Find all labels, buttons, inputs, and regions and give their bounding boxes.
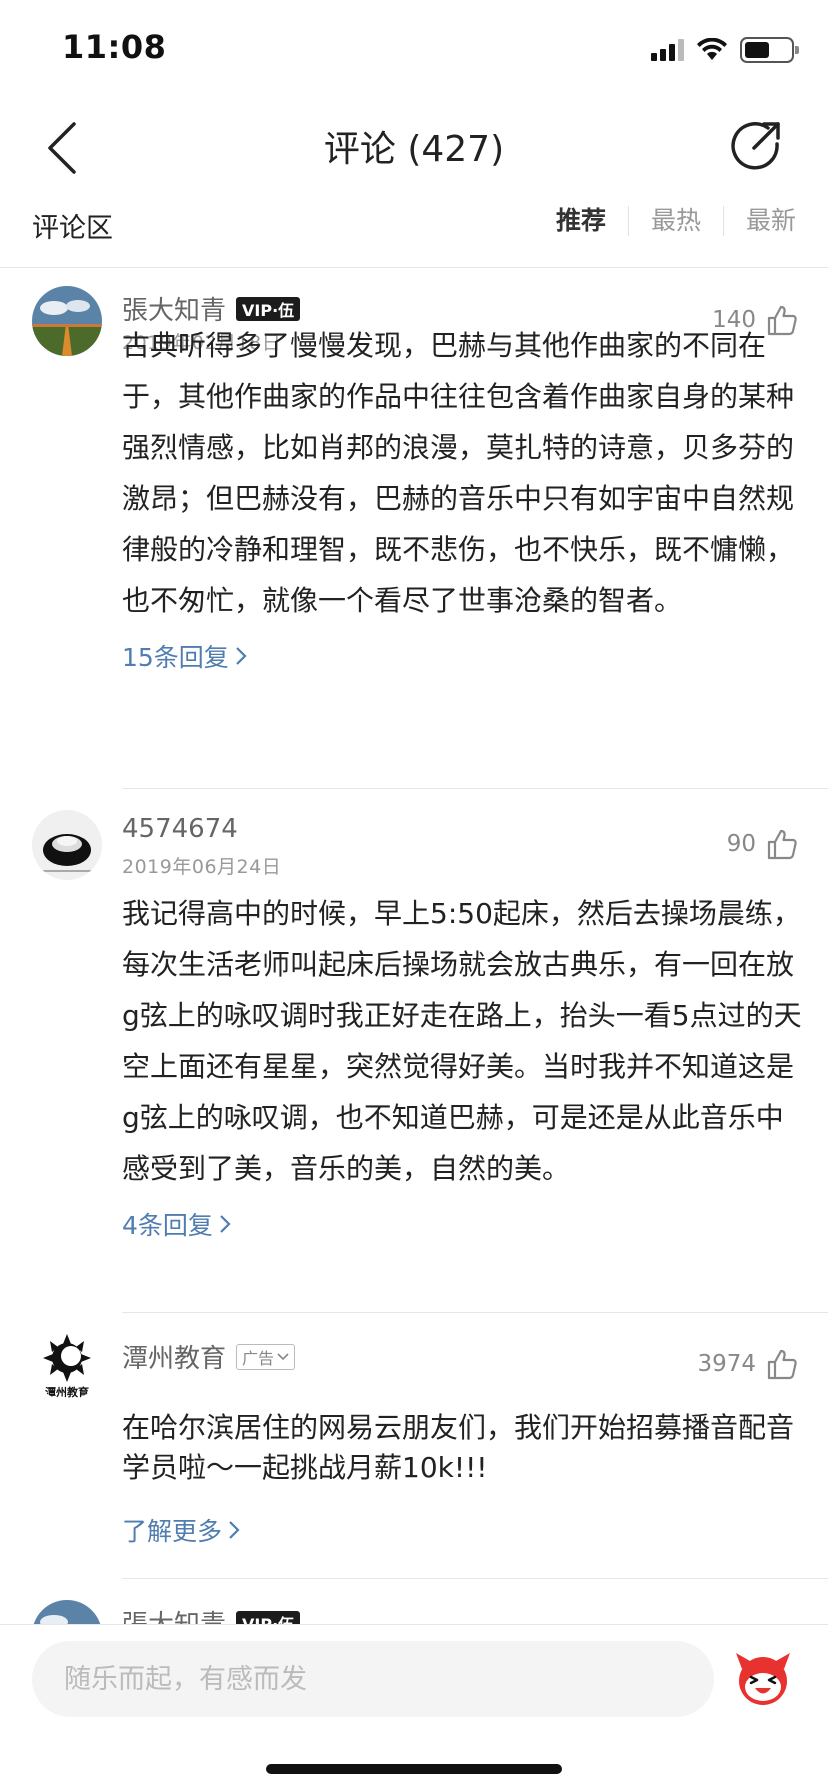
view-replies-link[interactable]: 4条回复 — [122, 1206, 231, 1242]
chevron-down-icon — [277, 1352, 289, 1360]
replies-label: 4条回复 — [122, 1211, 213, 1240]
emoji-button[interactable] — [730, 1645, 796, 1711]
thumbs-up-icon — [767, 1349, 797, 1380]
cellular-signal-icon — [651, 39, 684, 61]
chevron-right-icon — [220, 1215, 231, 1233]
share-button[interactable] — [724, 114, 788, 178]
like-count: 3974 — [697, 1351, 756, 1377]
replies-label: 15条回复 — [122, 643, 229, 672]
ad-content: 在哈尔滨居住的网易云朋友们，我们开始招募播音配音学员啦～一起挑战月薪10k!!! — [122, 1411, 795, 1484]
thumbs-up-icon — [767, 829, 797, 860]
username-text: 張大知青 — [122, 1604, 226, 1624]
wifi-icon — [697, 38, 727, 60]
chevron-right-icon — [229, 1521, 240, 1539]
comment-input[interactable] — [32, 1641, 714, 1717]
avatar[interactable] — [32, 810, 102, 880]
like-button[interactable]: 90 — [727, 828, 798, 860]
ad-comment-item: 潭州教育 潭州教育 广告 3974 在哈尔滨居住的网易云朋友们，我们开始招募播音… — [0, 1312, 828, 1582]
avatar[interactable] — [32, 286, 102, 356]
username[interactable]: 4574674 — [122, 814, 238, 844]
username-text: 潭州教育 — [122, 1344, 227, 1374]
learn-more-link[interactable]: 了解更多 — [122, 1512, 240, 1548]
ad-badge[interactable]: 广告 — [236, 1343, 296, 1370]
comment-date: 2019年06月24日 — [122, 856, 282, 878]
nav-bar: 评论 (427) — [0, 100, 828, 200]
home-indicator — [266, 1764, 562, 1774]
section-title: 评论区 — [32, 213, 113, 244]
username[interactable]: 張大知青 VIP·伍 — [122, 1604, 301, 1624]
like-button[interactable]: 3974 — [697, 1348, 798, 1380]
comment-content: 古典听得多了慢慢发现，巴赫与其他作曲家的不同在于，其他作曲家的作品中往往包含着作… — [122, 329, 795, 617]
username[interactable]: 潭州教育 广告 — [122, 1338, 296, 1375]
status-bar: 11:08 — [0, 0, 828, 100]
divider — [122, 788, 828, 789]
page-title: 评论 (427) — [323, 129, 505, 170]
advertiser-logo-text: 潭州教育 — [45, 1385, 89, 1399]
tab-newest[interactable]: 最新 — [722, 206, 796, 236]
avatar[interactable] — [32, 1600, 102, 1624]
view-replies-link[interactable]: 15条回复 — [122, 638, 247, 674]
like-count: 90 — [726, 831, 756, 857]
status-icons — [651, 36, 799, 64]
ad-badge-label: 广告 — [242, 1348, 275, 1368]
chevron-right-icon — [236, 647, 247, 665]
vip-badge: VIP·伍 — [236, 296, 301, 321]
comment-item: 張大知青 VIP·伍 — [0, 1582, 828, 1624]
advertiser-logo[interactable]: 潭州教育 — [32, 1330, 102, 1400]
tab-recommended[interactable]: 推荐 — [556, 206, 628, 236]
status-time: 11:08 — [62, 28, 167, 66]
vip-badge: VIP·伍 — [236, 1610, 301, 1624]
comment-item: 4574674 2019年06月24日 90 我记得高中的时候，早上5:50起床… — [0, 792, 828, 1313]
divider — [122, 1578, 828, 1579]
comment-content: 我记得高中的时候，早上5:50起床，然后去操场晨练，每次生活老师叫起床后操场就会… — [122, 897, 802, 1185]
comment-item: 張大知青 VIP·伍 2019年02月18日 140 古典听得多了慢慢发现，巴赫… — [0, 268, 828, 792]
battery-icon — [740, 37, 799, 63]
sort-tabs: 推荐 最热 最新 — [556, 206, 796, 236]
username-text: 4574674 — [122, 814, 238, 844]
comment-section-header: 评论区 推荐 最热 最新 — [0, 200, 828, 268]
tab-hottest[interactable]: 最热 — [627, 206, 723, 236]
learn-more-label: 了解更多 — [122, 1517, 223, 1546]
